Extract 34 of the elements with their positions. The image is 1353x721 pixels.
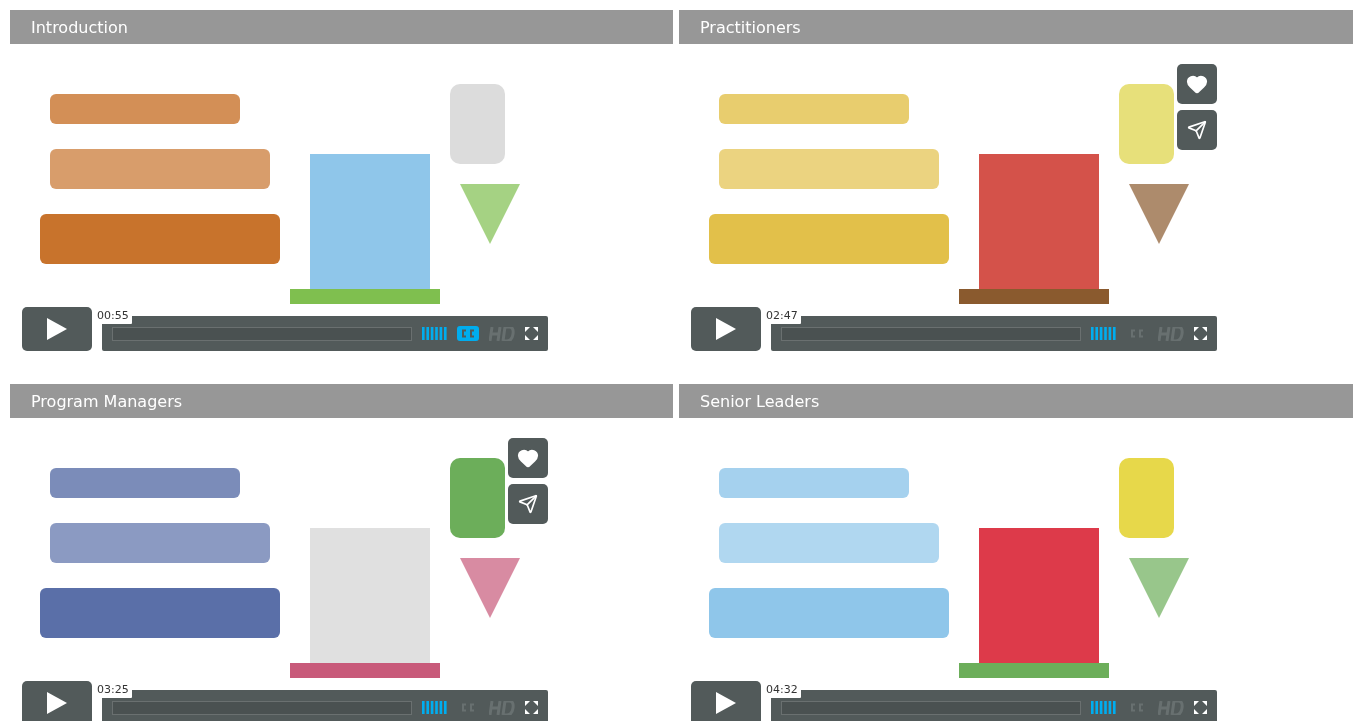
progress-track[interactable] [781,326,1081,341]
like-button[interactable] [508,438,548,478]
volume-icon[interactable] [422,327,447,340]
fullscreen-icon[interactable] [525,701,538,714]
cc-icon [460,329,476,338]
play-icon [47,692,67,714]
section-title: Practitioners [679,10,1353,44]
fullscreen-icon[interactable] [1194,701,1207,714]
progress-track[interactable] [112,326,412,341]
heart-icon [517,447,539,469]
play-icon [716,318,736,340]
fullscreen-icon[interactable] [525,327,538,340]
play-button[interactable] [22,681,92,721]
section-title: Introduction [10,10,673,44]
section-title: Program Managers [10,384,673,418]
volume-icon[interactable] [1091,327,1116,340]
section-title: Senior Leaders [679,384,1353,418]
like-button[interactable] [1177,64,1217,104]
progress-track[interactable] [781,700,1081,715]
volume-icon[interactable] [1091,701,1116,714]
play-button[interactable] [691,681,761,721]
fullscreen-icon[interactable] [1194,327,1207,340]
volume-icon[interactable] [422,701,447,714]
share-button[interactable] [1177,110,1217,150]
play-button[interactable] [22,307,92,351]
play-icon [716,692,736,714]
play-icon [47,318,67,340]
captions-button[interactable] [457,326,479,341]
send-icon [518,494,538,514]
progress-track[interactable] [112,700,412,715]
play-button[interactable] [691,307,761,351]
heart-icon [1186,73,1208,95]
share-button[interactable] [508,484,548,524]
send-icon [1187,120,1207,140]
